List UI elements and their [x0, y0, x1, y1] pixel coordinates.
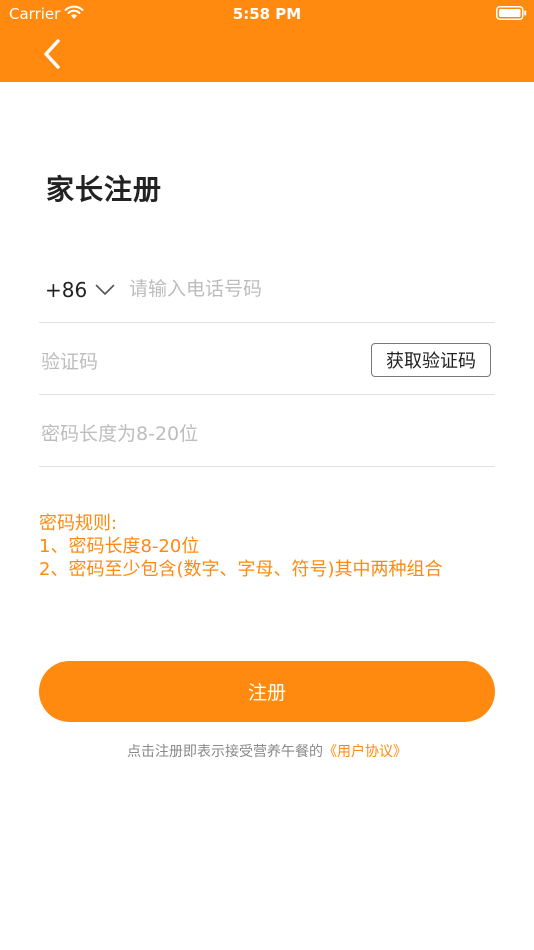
register-screen: Carrier 5:58 PM 家长注册 +86 请输入电话号码 验证码 获取验…	[0, 0, 534, 950]
verification-row: 获取验证码	[39, 323, 495, 395]
back-button[interactable]	[34, 34, 70, 74]
password-rules: 密码规则: 1、密码长度8-20位 2、密码至少包含(数字、字母、符号)其中两种…	[39, 512, 443, 581]
battery-icon	[496, 6, 527, 20]
password-rules-title: 密码规则:	[39, 513, 118, 534]
status-bar: Carrier 5:58 PM	[0, 0, 534, 26]
phone-input[interactable]	[129, 274, 479, 304]
password-rule-item: 1、密码长度8-20位	[39, 536, 200, 557]
status-time: 5:58 PM	[232, 5, 302, 23]
chevron-left-icon	[44, 39, 60, 69]
country-code-label: +86	[45, 278, 88, 302]
nav-header: Carrier 5:58 PM	[0, 0, 534, 82]
agreement-prefix: 点击注册即表示接受营养午餐的	[127, 744, 323, 760]
register-button[interactable]: 注册	[39, 661, 495, 722]
country-code-selector[interactable]: +86	[45, 278, 115, 302]
password-row	[39, 395, 495, 467]
phone-row: +86	[39, 252, 495, 323]
verification-code-input[interactable]	[41, 347, 341, 377]
agreement-text: 点击注册即表示接受营养午餐的《用户协议》	[0, 741, 534, 761]
get-code-button[interactable]: 获取验证码	[371, 343, 491, 377]
page-title: 家长注册	[46, 173, 163, 206]
chevron-down-icon	[95, 284, 115, 295]
password-rule-item: 2、密码至少包含(数字、字母、符号)其中两种组合	[39, 559, 443, 580]
password-input[interactable]	[41, 419, 461, 449]
user-agreement-link[interactable]: 《用户协议》	[323, 744, 407, 760]
